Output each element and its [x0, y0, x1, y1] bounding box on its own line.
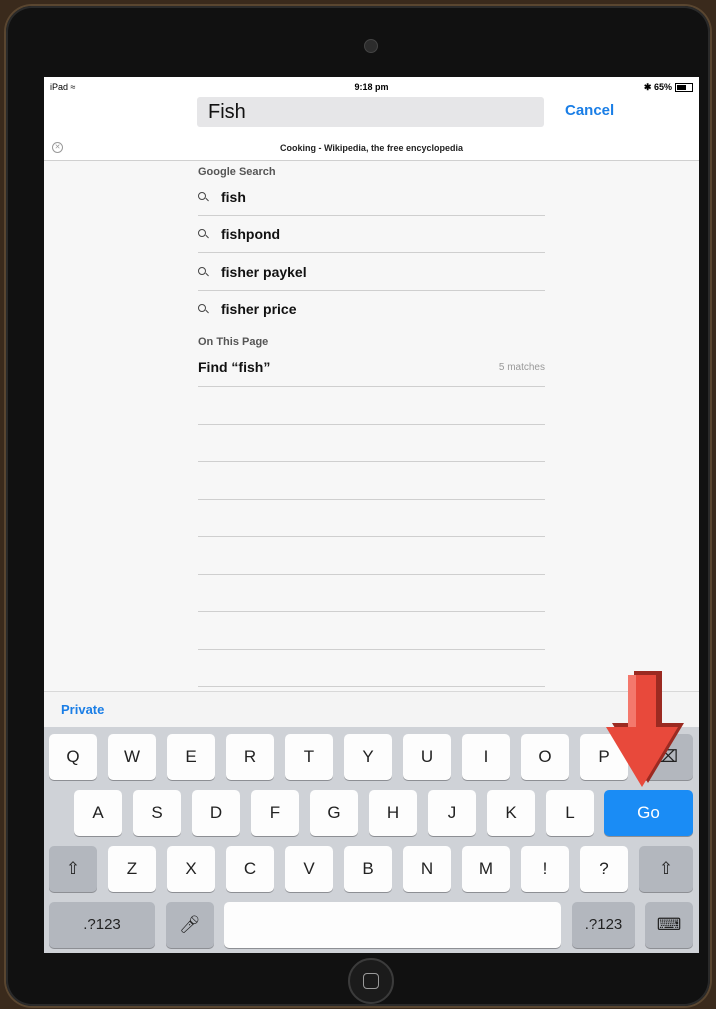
search-icon: [198, 229, 206, 237]
bluetooth-icon: ✱: [643, 82, 652, 92]
key-a[interactable]: A: [74, 790, 122, 836]
key-c[interactable]: C: [226, 846, 274, 892]
private-button[interactable]: Private: [61, 702, 104, 717]
suggestion-item[interactable]: fisher paykel: [198, 254, 545, 291]
shift-key-left[interactable]: ⇧: [49, 846, 97, 892]
suggestion-item[interactable]: fishpond: [198, 216, 545, 253]
camera-icon: [364, 39, 378, 53]
suggestion-item[interactable]: fisher price: [198, 291, 545, 328]
key-m[interactable]: M: [462, 846, 510, 892]
suggestion-text: fisher paykel: [221, 264, 307, 280]
key-n[interactable]: N: [403, 846, 451, 892]
key-x[interactable]: X: [167, 846, 215, 892]
key-y[interactable]: Y: [344, 734, 392, 780]
key-t[interactable]: T: [285, 734, 333, 780]
key-z[interactable]: Z: [108, 846, 156, 892]
key-r[interactable]: R: [226, 734, 274, 780]
hide-keyboard-key[interactable]: ⌨︎: [645, 902, 693, 948]
key-g[interactable]: G: [310, 790, 358, 836]
shift-icon: ⇧: [65, 859, 81, 878]
cancel-button[interactable]: Cancel: [565, 102, 614, 119]
key-f[interactable]: F: [251, 790, 299, 836]
key-exclamation[interactable]: !: [521, 846, 569, 892]
find-label: Find “fish”: [198, 359, 271, 375]
key-l[interactable]: L: [546, 790, 594, 836]
key-v[interactable]: V: [285, 846, 333, 892]
dictation-key[interactable]: 🎤︎: [166, 902, 214, 948]
key-e[interactable]: E: [167, 734, 215, 780]
empty-row-divider: [198, 649, 545, 650]
key-h[interactable]: H: [369, 790, 417, 836]
key-s[interactable]: S: [133, 790, 181, 836]
suggestions-panel: Google Search fish fishpond fisher payke…: [44, 161, 699, 691]
empty-row-divider: [198, 574, 545, 575]
empty-row-divider: [198, 611, 545, 612]
status-time: 9:18 pm: [354, 82, 389, 92]
keyboard-icon: ⌨︎: [656, 915, 682, 934]
find-on-page-item[interactable]: Find “fish” 5 matches: [198, 350, 545, 387]
key-k[interactable]: K: [487, 790, 535, 836]
red-arrow-pointer-icon: [606, 671, 684, 787]
empty-row-divider: [198, 424, 545, 425]
home-button[interactable]: [348, 958, 394, 1004]
suggestion-item[interactable]: fish: [198, 179, 545, 216]
empty-row-divider: [198, 461, 545, 462]
google-search-heading: Google Search: [198, 166, 276, 178]
empty-row-divider: [198, 686, 545, 687]
tab-title: Cooking - Wikipedia, the free encycloped…: [280, 143, 463, 153]
go-key[interactable]: Go: [604, 790, 693, 836]
key-question[interactable]: ?: [580, 846, 628, 892]
suggestion-text: fisher price: [221, 301, 297, 317]
space-key[interactable]: [224, 902, 561, 948]
search-icon: [198, 192, 206, 200]
battery-icon: [675, 83, 693, 93]
shift-icon: ⇧: [658, 859, 674, 878]
screen: iPad ≈ 9:18 pm ✱ 65% Fish Cancel ✕ Cooki…: [44, 77, 699, 953]
empty-row-divider: [198, 536, 545, 537]
search-icon: [198, 304, 206, 312]
suggestion-text: fish: [221, 189, 246, 205]
numbers-key-right[interactable]: .?123: [572, 902, 635, 948]
matches-count: 5 matches: [498, 362, 545, 373]
microphone-icon: 🎤︎: [179, 915, 201, 934]
key-w[interactable]: W: [108, 734, 156, 780]
key-q[interactable]: Q: [49, 734, 97, 780]
search-icon: [198, 267, 206, 275]
on-this-page-heading: On This Page: [198, 336, 269, 348]
key-o[interactable]: O: [521, 734, 569, 780]
battery-percent: 65%: [653, 82, 672, 92]
key-b[interactable]: B: [344, 846, 392, 892]
suggestion-text: fishpond: [221, 226, 281, 242]
home-square-icon: [363, 973, 379, 989]
address-search-input[interactable]: Fish: [197, 97, 544, 127]
ipad-device: iPad ≈ 9:18 pm ✱ 65% Fish Cancel ✕ Cooki…: [6, 6, 710, 1006]
empty-row-divider: [198, 499, 545, 500]
key-i[interactable]: I: [462, 734, 510, 780]
numbers-key-left[interactable]: .?123: [49, 902, 155, 948]
shift-key-right[interactable]: ⇧: [639, 846, 693, 892]
status-bar: iPad ≈ 9:18 pm ✱ 65%: [44, 77, 699, 97]
status-right: ✱ 65%: [644, 82, 693, 93]
key-d[interactable]: D: [192, 790, 240, 836]
key-u[interactable]: U: [403, 734, 451, 780]
key-j[interactable]: J: [428, 790, 476, 836]
